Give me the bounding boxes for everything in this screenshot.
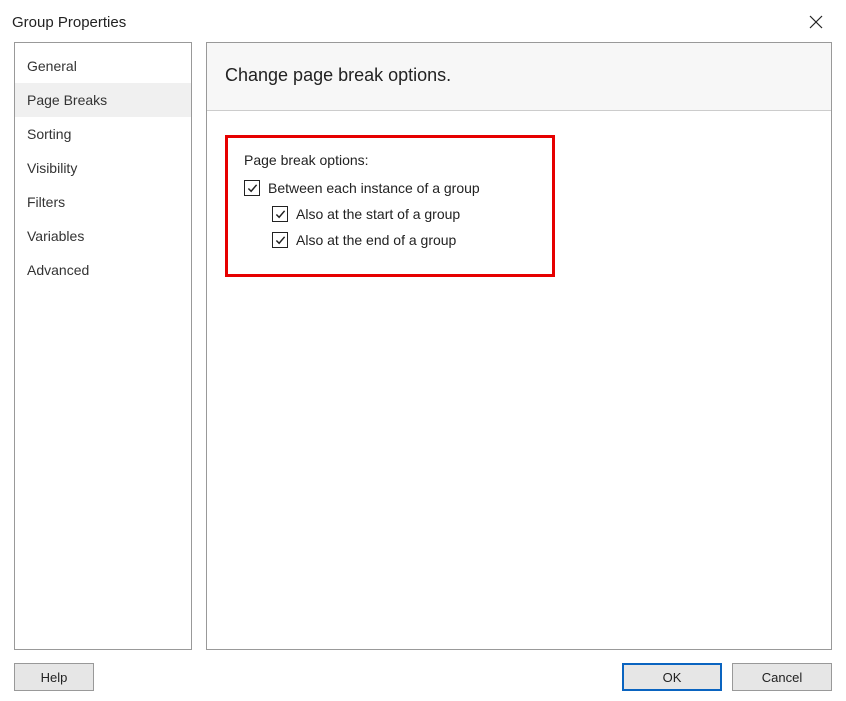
button-label: Cancel bbox=[762, 670, 802, 685]
checkmark-icon bbox=[275, 235, 286, 246]
main-panel: Change page break options. Page break op… bbox=[206, 42, 832, 650]
checkbox-label: Also at the end of a group bbox=[296, 232, 456, 248]
button-label: OK bbox=[663, 670, 682, 685]
highlight-box: Page break options: Between each instanc… bbox=[225, 135, 555, 277]
checkbox-label: Between each instance of a group bbox=[268, 180, 480, 196]
sidebar-item-label: Variables bbox=[27, 228, 84, 244]
button-label: Help bbox=[41, 670, 68, 685]
checkbox-between[interactable] bbox=[244, 180, 260, 196]
section-label: Page break options: bbox=[244, 152, 536, 168]
sidebar-item-label: Visibility bbox=[27, 160, 77, 176]
checkbox-label: Also at the start of a group bbox=[296, 206, 460, 222]
option-end: Also at the end of a group bbox=[272, 232, 536, 248]
close-button[interactable] bbox=[796, 8, 836, 36]
help-button[interactable]: Help bbox=[14, 663, 94, 691]
ok-button[interactable]: OK bbox=[622, 663, 722, 691]
sidebar-item-label: Advanced bbox=[27, 262, 89, 278]
sidebar-item-page-breaks[interactable]: Page Breaks bbox=[15, 83, 191, 117]
sidebar-item-filters[interactable]: Filters bbox=[15, 185, 191, 219]
checkbox-end[interactable] bbox=[272, 232, 288, 248]
sidebar-item-sorting[interactable]: Sorting bbox=[15, 117, 191, 151]
checkmark-icon bbox=[247, 183, 258, 194]
checkbox-start[interactable] bbox=[272, 206, 288, 222]
close-icon bbox=[809, 15, 823, 29]
content-area: General Page Breaks Sorting Visibility F… bbox=[0, 42, 846, 650]
sidebar-item-advanced[interactable]: Advanced bbox=[15, 253, 191, 287]
footer: Help OK Cancel bbox=[0, 663, 846, 691]
window-title: Group Properties bbox=[12, 14, 126, 31]
cancel-button[interactable]: Cancel bbox=[732, 663, 832, 691]
sidebar-item-label: Sorting bbox=[27, 126, 71, 142]
panel-body: Page break options: Between each instanc… bbox=[207, 111, 831, 301]
sidebar-item-label: Page Breaks bbox=[27, 92, 107, 108]
option-start: Also at the start of a group bbox=[272, 206, 536, 222]
sidebar: General Page Breaks Sorting Visibility F… bbox=[14, 42, 192, 650]
sidebar-item-label: Filters bbox=[27, 194, 65, 210]
option-between: Between each instance of a group bbox=[244, 180, 536, 196]
checkmark-icon bbox=[275, 209, 286, 220]
sidebar-item-general[interactable]: General bbox=[15, 49, 191, 83]
sidebar-item-label: General bbox=[27, 58, 77, 74]
titlebar: Group Properties bbox=[0, 0, 846, 42]
panel-header: Change page break options. bbox=[207, 43, 831, 111]
sidebar-item-visibility[interactable]: Visibility bbox=[15, 151, 191, 185]
sidebar-item-variables[interactable]: Variables bbox=[15, 219, 191, 253]
